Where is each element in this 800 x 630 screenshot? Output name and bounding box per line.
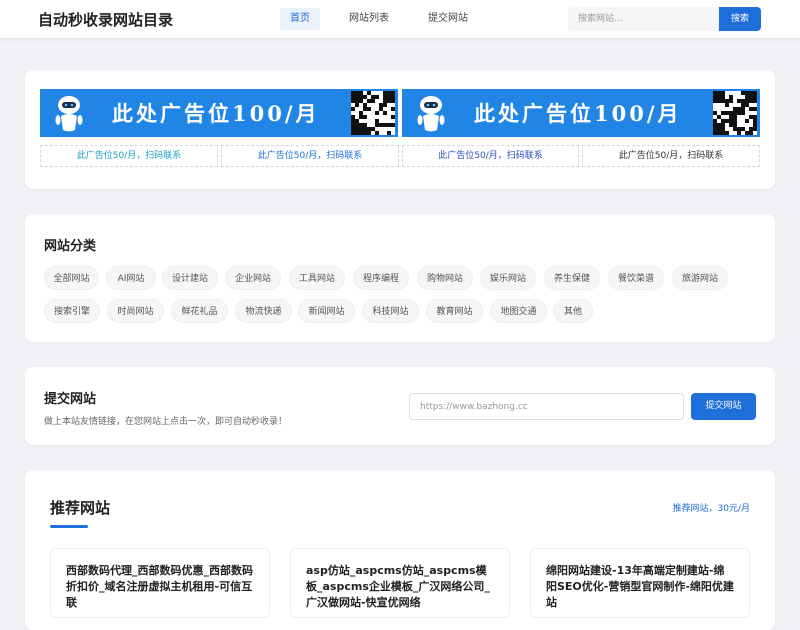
title-underline [50, 525, 88, 528]
category-chip[interactable]: 鲜花礼品 [171, 299, 228, 323]
category-chip[interactable]: 设计建站 [162, 266, 218, 290]
ad-banner-text: 此处广告位100/月 [112, 101, 320, 126]
main-nav: 首页 网站列表 提交网站 [280, 8, 497, 30]
site-card-title[interactable]: 西部数码代理_西部数码优惠_西部数码折扣价_域名注册虚拟主机租用-可信互联 [66, 563, 254, 611]
ad-banner-right[interactable]: 此处广告位100/月 [402, 89, 760, 137]
site-card[interactable]: asp仿站_aspcms仿站_aspcms模板_aspcms企业模板_广汉网络公… [290, 548, 510, 618]
category-chip[interactable]: 科技网站 [362, 299, 419, 323]
category-chip[interactable]: 地图交通 [490, 299, 547, 323]
category-chip[interactable]: 搜索引擎 [44, 299, 100, 323]
category-chip[interactable]: 旅游网站 [672, 266, 728, 290]
category-chip[interactable]: 娱乐网站 [480, 266, 536, 290]
qr-code-icon [351, 91, 395, 135]
category-chip[interactable]: 教育网站 [426, 299, 483, 323]
category-chip[interactable]: 时尚网站 [107, 299, 164, 323]
category-chip[interactable]: 新闻网站 [298, 299, 355, 323]
category-chip[interactable]: AI网站 [106, 266, 156, 290]
robot-icon [417, 96, 445, 132]
site-card-title[interactable]: asp仿站_aspcms仿站_aspcms模板_aspcms企业模板_广汉网络公… [306, 563, 494, 611]
category-chip[interactable]: 其他 [553, 299, 593, 323]
site-card-title[interactable]: 绵阳网站建设-13年高端定制建站-绵阳SEO优化-营销型官网制作-绵阳优建站 [546, 563, 734, 611]
robot-icon [55, 96, 83, 132]
ad-text-link-4[interactable]: 此广告位50/月，扫码联系 [582, 145, 760, 167]
ad-text-link-2[interactable]: 此广告位50/月，扫码联系 [221, 145, 399, 167]
ad-banner-text: 此处广告位100/月 [474, 101, 682, 126]
category-chip[interactable]: 全部网站 [44, 266, 99, 290]
category-chip[interactable]: 物流快递 [235, 299, 292, 323]
qr-code-icon [713, 91, 757, 135]
category-title: 网站分类 [44, 239, 97, 254]
category-chip[interactable]: 购物网站 [417, 266, 473, 290]
site-logo[interactable]: 自动秒收录网站目录 [38, 9, 173, 30]
ad-text-link-1[interactable]: 此广告位50/月，扫码联系 [40, 145, 218, 167]
submit-description: 做上本站友情链接，在您网站上点击一次，即可自动秒收录！ [44, 417, 288, 427]
recommended-title: 推荐网站 [50, 499, 111, 517]
category-chip[interactable]: 养生保健 [544, 266, 600, 290]
nav-site-list[interactable]: 网站列表 [339, 8, 399, 30]
category-chip[interactable]: 工具网站 [289, 266, 345, 290]
ad-banner-left[interactable]: 此处广告位100/月 [40, 89, 398, 137]
site-card[interactable]: 西部数码代理_西部数码优惠_西部数码折扣价_域名注册虚拟主机租用-可信互联 [50, 548, 270, 618]
submit-url-input[interactable] [409, 393, 684, 420]
recommended-price-link[interactable]: 推荐网站，30元/月 [673, 501, 751, 514]
ad-text-link-3[interactable]: 此广告位50/月，扫码联系 [402, 145, 579, 167]
nav-home[interactable]: 首页 [280, 8, 320, 30]
nav-submit-site[interactable]: 提交网站 [418, 8, 478, 30]
search-button[interactable]: 搜索 [719, 7, 761, 31]
submit-title: 提交网站 [44, 392, 97, 407]
category-chip[interactable]: 程序编程 [353, 266, 409, 290]
search-input[interactable] [568, 7, 720, 31]
category-chip[interactable]: 餐饮菜谱 [608, 266, 664, 290]
site-card[interactable]: 绵阳网站建设-13年高端定制建站-绵阳SEO优化-营销型官网制作-绵阳优建站 [530, 548, 750, 618]
top-header: 自动秒收录网站目录 首页 网站列表 提交网站 搜索 [0, 0, 800, 38]
submit-site-button[interactable]: 提交网站 [691, 393, 756, 420]
category-chip[interactable]: 企业网站 [225, 266, 281, 290]
